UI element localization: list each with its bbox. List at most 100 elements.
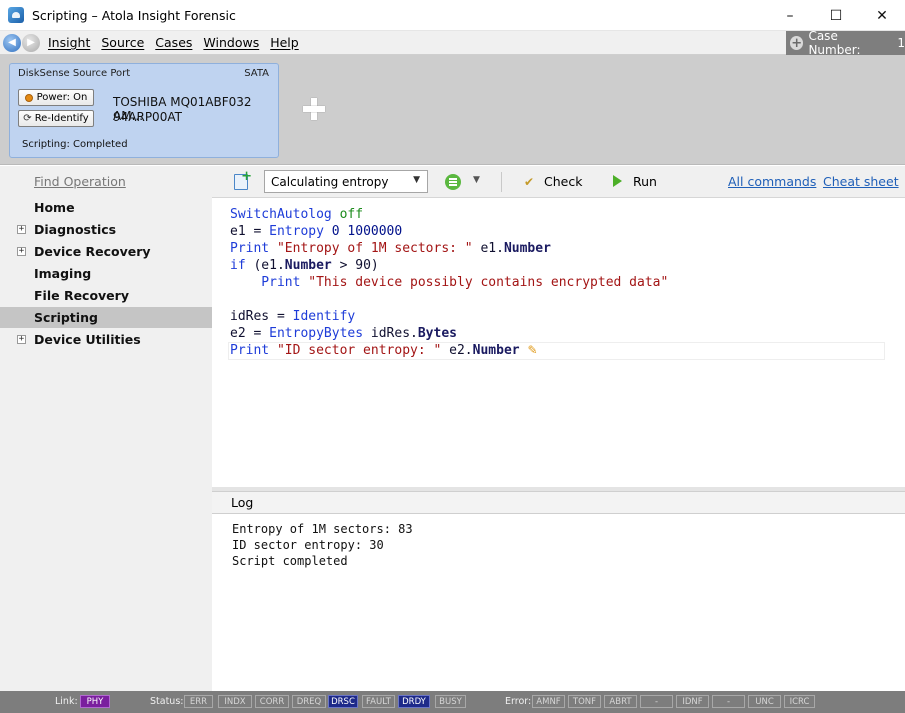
- error-flag-badge: -: [712, 695, 745, 708]
- list-menu-icon[interactable]: [445, 174, 461, 190]
- power-button-label: Power: On: [36, 92, 88, 103]
- error-flag-badge: AMNF: [532, 695, 565, 708]
- chevron-down-icon: ▼: [413, 175, 420, 185]
- code-line: SwitchAutolog off: [230, 207, 364, 222]
- status-flag-badge: CORR: [255, 695, 289, 708]
- cheat-sheet-link[interactable]: Cheat sheet: [823, 174, 899, 189]
- all-commands-link[interactable]: All commands: [728, 174, 816, 189]
- sidebar-item-label: Diagnostics: [34, 222, 117, 237]
- status-flag-badge: ERR: [184, 695, 213, 708]
- status-bar: Link: PHY Status: ERR INDX CORR DREQ DRS…: [0, 691, 905, 713]
- status-flag-badge: BUSY: [435, 695, 466, 708]
- forward-arrow-icon[interactable]: ▶: [22, 33, 40, 52]
- power-indicator-icon: [24, 93, 33, 102]
- sidebar-item-home[interactable]: Home: [0, 197, 212, 218]
- menu-cases[interactable]: Cases: [155, 35, 192, 50]
- add-port-icon[interactable]: [303, 98, 325, 120]
- menu-help[interactable]: Help: [270, 35, 299, 50]
- script-select[interactable]: Calculating entropy ▼: [264, 170, 428, 193]
- pencil-icon: ✎: [527, 343, 538, 357]
- menu-windows[interactable]: Windows: [203, 35, 259, 50]
- reidentify-button[interactable]: ⟳ Re-Identify: [18, 110, 94, 127]
- status-label: Status:: [150, 696, 184, 707]
- case-number-box[interactable]: + Case Number: 1: [786, 29, 905, 57]
- link-label: Link:: [55, 696, 78, 707]
- run-play-icon[interactable]: [613, 175, 622, 187]
- sidebar-item-scripting[interactable]: Scripting: [0, 307, 212, 328]
- error-label: Error:: [505, 696, 532, 707]
- status-flag-badge: DRDY: [398, 695, 430, 708]
- error-flag-badge: ABRT: [604, 695, 637, 708]
- new-script-icon[interactable]: [234, 169, 252, 190]
- status-flag-badge: DRSC: [328, 695, 358, 708]
- source-port-card[interactable]: DiskSense Source Port SATA Power: On ⟳ R…: [9, 63, 279, 158]
- status-flag-badge: FAULT: [362, 695, 395, 708]
- check-button[interactable]: Check: [544, 174, 582, 189]
- case-number-value: 1: [897, 36, 905, 50]
- script-editor[interactable]: SwitchAutolog off e1 = Entropy 0 1000000…: [212, 198, 905, 487]
- find-operation-link[interactable]: Find Operation: [0, 171, 212, 192]
- sidebar-item-label: Device Utilities: [34, 332, 141, 347]
- script-toolbar: Calculating entropy ▼ ▼ ✔ Check Run All …: [212, 166, 905, 198]
- add-case-icon[interactable]: +: [790, 36, 804, 50]
- code-line: Print "ID sector entropy: " e2.Number ✎: [230, 343, 538, 358]
- menu-bar: ◀ ▶ Insight Source Cases Windows Help + …: [0, 29, 905, 57]
- error-flag-badge: TONF: [568, 695, 601, 708]
- drive-serial: 94ARP00AT: [113, 110, 182, 124]
- back-arrow-icon[interactable]: ◀: [3, 33, 21, 52]
- code-line: e2 = EntropyBytes idRes.Bytes: [230, 326, 457, 341]
- port-type: SATA: [244, 68, 269, 79]
- app-logo-icon: [8, 7, 24, 23]
- log-line: Entropy of 1M sectors: 83: [232, 522, 413, 536]
- window-controls: – ☐ ✕: [767, 0, 905, 31]
- status-flag-badge: DREQ: [292, 695, 326, 708]
- sidebar-item-label: Device Recovery: [34, 244, 151, 259]
- find-operation-label: Find Operation: [34, 174, 126, 189]
- sidebar-item-label: File Recovery: [34, 288, 129, 303]
- toolbar-divider: [501, 172, 502, 192]
- sidebar-item-label: Scripting: [34, 310, 98, 325]
- reidentify-button-label: Re-Identify: [34, 113, 89, 124]
- expand-icon[interactable]: +: [17, 335, 26, 344]
- code-line: idRes = Identify: [230, 309, 356, 324]
- sidebar-item-device-recovery[interactable]: + Device Recovery: [0, 241, 212, 262]
- sidebar-item-file-recovery[interactable]: File Recovery: [0, 285, 212, 306]
- run-button[interactable]: Run: [633, 174, 657, 189]
- check-icon[interactable]: ✔: [524, 175, 534, 189]
- status-flag-badge: INDX: [218, 695, 252, 708]
- nav-buttons: ◀ ▶: [3, 33, 40, 52]
- sidebar-item-imaging[interactable]: Imaging: [0, 263, 212, 284]
- maximize-button[interactable]: ☐: [813, 0, 859, 31]
- log-header: Log: [212, 491, 905, 514]
- case-number-label: Case Number:: [808, 29, 861, 57]
- error-flag-badge: -: [640, 695, 673, 708]
- error-flag-badge: ICRC: [784, 695, 815, 708]
- sidebar-item-label: Home: [34, 200, 75, 215]
- menu-source[interactable]: Source: [101, 35, 144, 50]
- sidebar-item-device-utilities[interactable]: + Device Utilities: [0, 329, 212, 350]
- code-line: Print "Entropy of 1M sectors: " e1.Numbe…: [230, 241, 551, 256]
- error-flag-badge: UNC: [748, 695, 781, 708]
- code-line: e1 = Entropy 0 1000000: [230, 224, 403, 239]
- code-line: Print "This device possibly contains enc…: [230, 275, 669, 290]
- log-output: Entropy of 1M sectors: 83 ID sector entr…: [212, 514, 905, 691]
- chevron-down-icon[interactable]: ▼: [473, 175, 480, 185]
- power-button[interactable]: Power: On: [18, 89, 94, 106]
- window-title: Scripting – Atola Insight Forensic: [32, 7, 236, 23]
- port-title: DiskSense Source Port: [18, 68, 131, 79]
- expand-icon[interactable]: +: [17, 247, 26, 256]
- title-bar: Scripting – Atola Insight Forensic – ☐ ✕: [0, 0, 905, 31]
- minimize-button[interactable]: –: [767, 0, 813, 31]
- error-flag-badge: IDNF: [676, 695, 709, 708]
- close-button[interactable]: ✕: [859, 0, 905, 31]
- log-line: Script completed: [232, 554, 348, 568]
- menu-insight[interactable]: Insight: [48, 35, 90, 50]
- source-port-area: DiskSense Source Port SATA Power: On ⟳ R…: [0, 55, 905, 165]
- sidebar: Find Operation Home + Diagnostics + Devi…: [0, 166, 212, 691]
- expand-icon[interactable]: +: [17, 225, 26, 234]
- log-line: ID sector entropy: 30: [232, 538, 384, 552]
- code-line: if (e1.Number > 90): [230, 258, 379, 273]
- refresh-icon: ⟳: [23, 113, 32, 124]
- sidebar-item-diagnostics[interactable]: + Diagnostics: [0, 219, 212, 240]
- sidebar-item-label: Imaging: [34, 266, 92, 281]
